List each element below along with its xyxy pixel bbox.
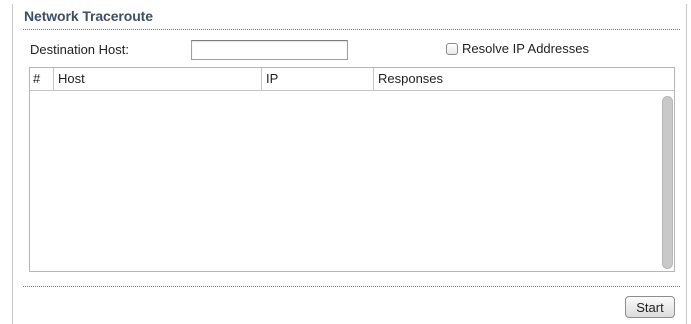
panel-title: Network Traceroute [24,8,153,24]
traceroute-results-table: # Host IP Responses [29,67,675,272]
scrollbar-thumb[interactable] [662,96,673,269]
resolve-ip-label[interactable]: Resolve IP Addresses [462,41,589,56]
title-divider [23,29,680,30]
traceroute-panel: Network Traceroute Destination Host: Res… [12,4,687,324]
table-body [30,91,660,271]
column-header-responses[interactable]: Responses [374,68,674,90]
bottom-divider [23,286,680,287]
start-button[interactable]: Start [625,296,675,318]
vertical-scrollbar[interactable] [661,92,673,269]
resolve-ip-checkbox[interactable] [446,42,458,55]
destination-host-input[interactable] [191,40,348,60]
column-header-host[interactable]: Host [54,68,262,90]
resolve-ip-option[interactable]: Resolve IP Addresses [446,41,589,56]
column-header-number[interactable]: # [30,68,54,90]
column-header-ip[interactable]: IP [262,68,374,90]
destination-host-label: Destination Host: [30,42,129,57]
table-header: # Host IP Responses [30,68,674,91]
